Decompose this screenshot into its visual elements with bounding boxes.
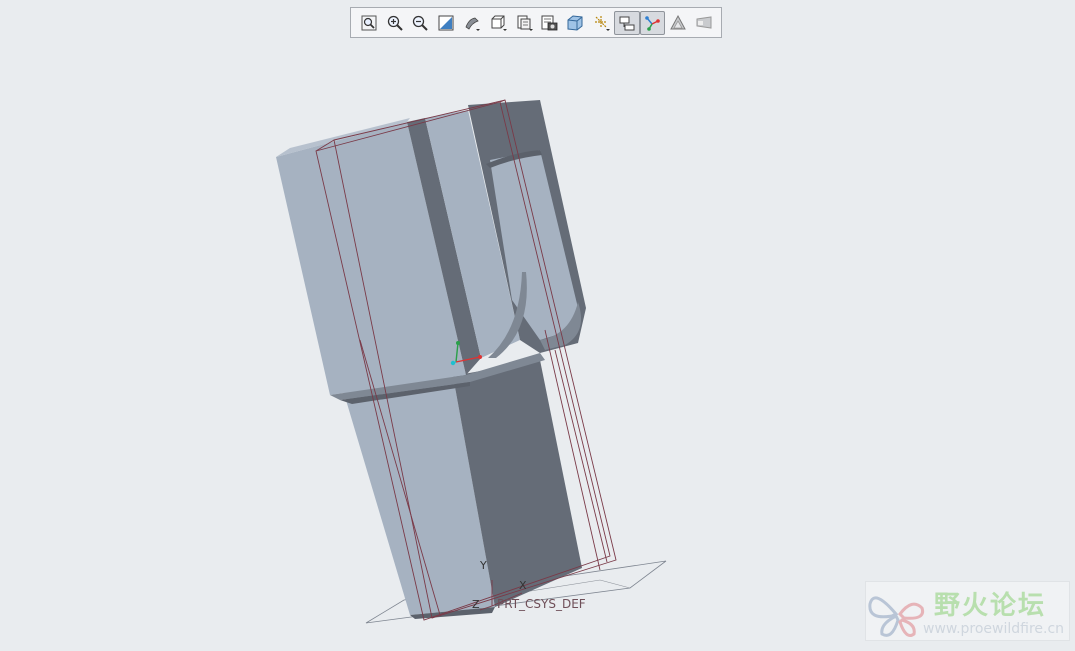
- watermark-url: www.proewildfire.cn: [923, 621, 1065, 637]
- annotation-display-icon: [619, 16, 635, 30]
- saved-views-button[interactable]: [511, 11, 537, 35]
- spin-center-display-button[interactable]: [639, 10, 666, 35]
- spin-center-icon: [465, 17, 481, 31]
- view-manager-button[interactable]: [536, 11, 562, 35]
- refit-button[interactable]: [356, 11, 382, 35]
- repaint-button[interactable]: [433, 11, 459, 35]
- forum-watermark: 野火论坛 www.proewildfire.cn: [865, 581, 1070, 641]
- zoom-out-icon: [413, 15, 429, 31]
- watermark-title: 野火论坛: [934, 591, 1047, 621]
- repaint-icon: [438, 15, 454, 30]
- saved-views-icon: [517, 15, 533, 31]
- annotation-display-button[interactable]: [613, 10, 640, 35]
- zoom-in-button[interactable]: [382, 11, 408, 35]
- display-style-icon: [567, 14, 583, 31]
- appearance-button[interactable]: [665, 11, 691, 35]
- saved-orientations-button[interactable]: [485, 11, 511, 35]
- csys-axis-z-label: Z: [472, 598, 480, 611]
- spin-center-button[interactable]: [459, 11, 485, 35]
- view-toolbar: [350, 7, 722, 38]
- model-geometry: [276, 99, 667, 624]
- zoom-in-icon: [387, 15, 403, 31]
- refit-icon: [361, 15, 377, 30]
- appearance-icon: [670, 14, 687, 29]
- csys-name-label[interactable]: PRT_CSYS_DEF: [497, 597, 586, 611]
- view-manager-icon: [541, 15, 558, 30]
- csys-axis-x-label: X: [519, 579, 527, 592]
- datum-display-icon: [594, 15, 610, 31]
- display-style-button[interactable]: [562, 11, 588, 35]
- spin-center-display-icon: [645, 15, 661, 31]
- butterfly-logo-icon: [868, 596, 925, 637]
- perspective-icon: [696, 15, 712, 29]
- zoom-out-button[interactable]: [408, 11, 434, 35]
- csys-axis-y-label: Y: [480, 559, 487, 572]
- graphics-viewport[interactable]: Y X Z PRT_CSYS_DEF: [0, 40, 1075, 647]
- saved-orientations-icon: [491, 15, 507, 31]
- datum-display-button[interactable]: [588, 11, 614, 35]
- perspective-button[interactable]: [691, 11, 717, 35]
